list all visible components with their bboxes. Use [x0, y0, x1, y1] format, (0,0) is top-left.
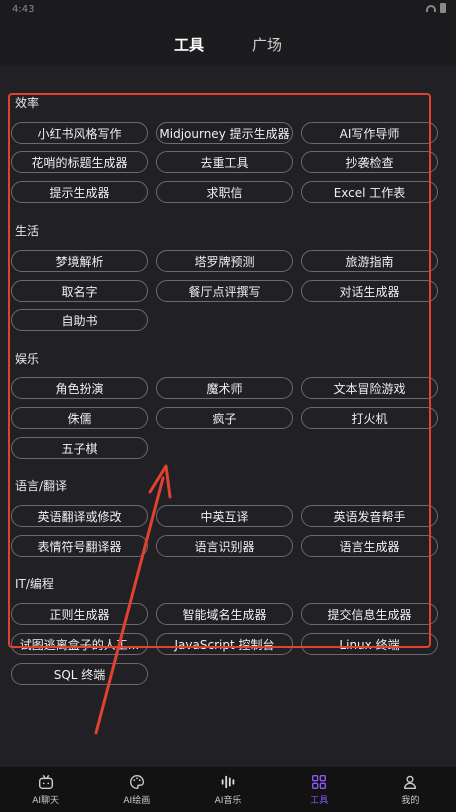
bottom-nav: AI聊天 AI绘画 AI音乐 工具 我的: [0, 766, 456, 812]
nav-ai-painting[interactable]: AI绘画: [91, 767, 182, 812]
tool-chip[interactable]: Linux 终端: [301, 633, 438, 655]
status-icons: [426, 3, 446, 13]
tool-chip[interactable]: AI写作导师: [301, 122, 438, 144]
tool-chip[interactable]: JavaScript 控制台: [156, 633, 293, 655]
tool-chip[interactable]: 提示生成器: [11, 181, 148, 203]
section-title-language: 语言/翻译: [15, 479, 68, 493]
tool-chip[interactable]: 文本冒险游戏: [301, 377, 438, 399]
tool-chip[interactable]: 疯子: [156, 407, 293, 429]
tool-chip[interactable]: 打火机: [301, 407, 438, 429]
tools-list: 效率 小红书风格写作 Midjourney 提示生成器 AI写作导师 花哨的标题…: [0, 66, 456, 766]
tool-chip[interactable]: 试图逃离盒子的人工...: [11, 633, 148, 655]
section-title-efficiency: 效率: [15, 96, 40, 110]
tool-chip[interactable]: 求职信: [156, 181, 293, 203]
nav-label: 我的: [401, 796, 420, 806]
tool-chip[interactable]: 抄袭检查: [301, 151, 438, 173]
tool-chip[interactable]: 魔术师: [156, 377, 293, 399]
status-bar: 4:43: [0, 0, 456, 22]
tool-chip[interactable]: 提交信息生成器: [301, 603, 438, 625]
section-title-it: IT/编程: [15, 577, 54, 591]
nav-mine[interactable]: 我的: [365, 767, 456, 812]
tool-chip[interactable]: Midjourney 提示生成器: [156, 122, 293, 144]
tool-chip[interactable]: 中英互译: [156, 505, 293, 527]
tool-chip[interactable]: 小红书风格写作: [11, 122, 148, 144]
nav-label: AI聊天: [32, 796, 59, 806]
tool-chip[interactable]: 正则生成器: [11, 603, 148, 625]
battery-icon: [440, 3, 446, 13]
nav-label: 工具: [310, 796, 329, 806]
tool-chip[interactable]: 塔罗牌预测: [156, 250, 293, 272]
tool-chip[interactable]: 取名字: [11, 280, 148, 302]
section-title-entertainment: 娱乐: [15, 352, 40, 366]
tool-chip[interactable]: 侏儒: [11, 407, 148, 429]
tool-chip[interactable]: Excel 工作表: [301, 181, 438, 203]
tool-chip[interactable]: 智能域名生成器: [156, 603, 293, 625]
tool-chip[interactable]: 梦境解析: [11, 250, 148, 272]
wifi-icon: [426, 5, 436, 12]
tool-chip[interactable]: 自助书: [11, 309, 148, 331]
tool-chip[interactable]: SQL 终端: [11, 663, 148, 685]
section-title-life: 生活: [15, 224, 40, 238]
tool-chip[interactable]: 旅游指南: [301, 250, 438, 272]
top-tabs: 工具 广场: [0, 30, 456, 60]
tool-chip[interactable]: 英语发音帮手: [301, 505, 438, 527]
tool-chip[interactable]: 语言生成器: [301, 535, 438, 557]
tab-square[interactable]: 广场: [250, 30, 284, 60]
tool-chip[interactable]: 餐厅点评撰写: [156, 280, 293, 302]
tab-tools[interactable]: 工具: [172, 30, 206, 60]
nav-label: AI音乐: [214, 796, 242, 806]
nav-label: AI绘画: [123, 796, 151, 806]
grid-icon: [312, 775, 327, 789]
tool-chip[interactable]: 五子棋: [11, 437, 148, 459]
tool-chip[interactable]: 角色扮演: [11, 377, 148, 399]
nav-tools[interactable]: 工具: [274, 767, 365, 812]
tool-chip[interactable]: 表情符号翻译器: [11, 535, 148, 557]
status-time: 4:43: [12, 4, 35, 15]
user-icon: [404, 775, 417, 789]
tool-chip[interactable]: 去重工具: [156, 151, 293, 173]
tool-chip[interactable]: 花哨的标题生成器: [11, 151, 148, 173]
nav-ai-chat[interactable]: AI聊天: [0, 767, 91, 812]
tv-chat-icon: [38, 774, 53, 790]
nav-ai-music[interactable]: AI音乐: [182, 767, 273, 812]
tool-chip[interactable]: 英语翻译或修改: [11, 505, 148, 527]
palette-icon: [129, 775, 144, 789]
tool-chip[interactable]: 对话生成器: [301, 280, 438, 302]
tool-chip[interactable]: 语言识别器: [156, 535, 293, 557]
waveform-icon: [221, 775, 235, 789]
